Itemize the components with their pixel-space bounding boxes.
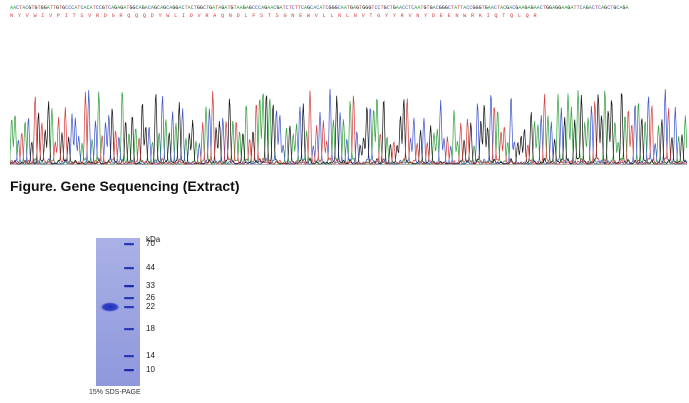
marker-label: 70 — [146, 239, 155, 248]
marker-label: 10 — [146, 365, 155, 374]
gel-caption: 15% SDS-PAGE — [89, 389, 141, 396]
gel-lane-area — [96, 238, 140, 386]
protein-sequence: NYVWIVPITSVRDGRQQQDYWLIDVRAQNDLFSTSGNEWV… — [10, 13, 542, 19]
marker-band — [124, 328, 134, 331]
marker-label: 14 — [146, 351, 155, 360]
marker-label: 22 — [146, 302, 155, 311]
marker-band — [124, 285, 134, 288]
marker-band — [124, 355, 134, 358]
marker-label: 33 — [146, 281, 155, 290]
sds-page-gel — [96, 238, 140, 386]
marker-label: 44 — [146, 263, 155, 272]
marker-band — [124, 243, 134, 246]
marker-band — [124, 297, 134, 300]
page: AACTACGTGTGGATTGTGCCCATCACATCCGTCAGAGATG… — [0, 0, 689, 403]
marker-band — [124, 306, 134, 309]
marker-band — [124, 267, 134, 270]
chromatogram-trace — [10, 88, 687, 165]
marker-label: 26 — [146, 293, 155, 302]
sample-band — [100, 302, 120, 312]
marker-band — [124, 369, 134, 372]
figure-title: Figure. Gene Sequencing (Extract) — [10, 178, 240, 194]
marker-label: 18 — [146, 324, 155, 333]
